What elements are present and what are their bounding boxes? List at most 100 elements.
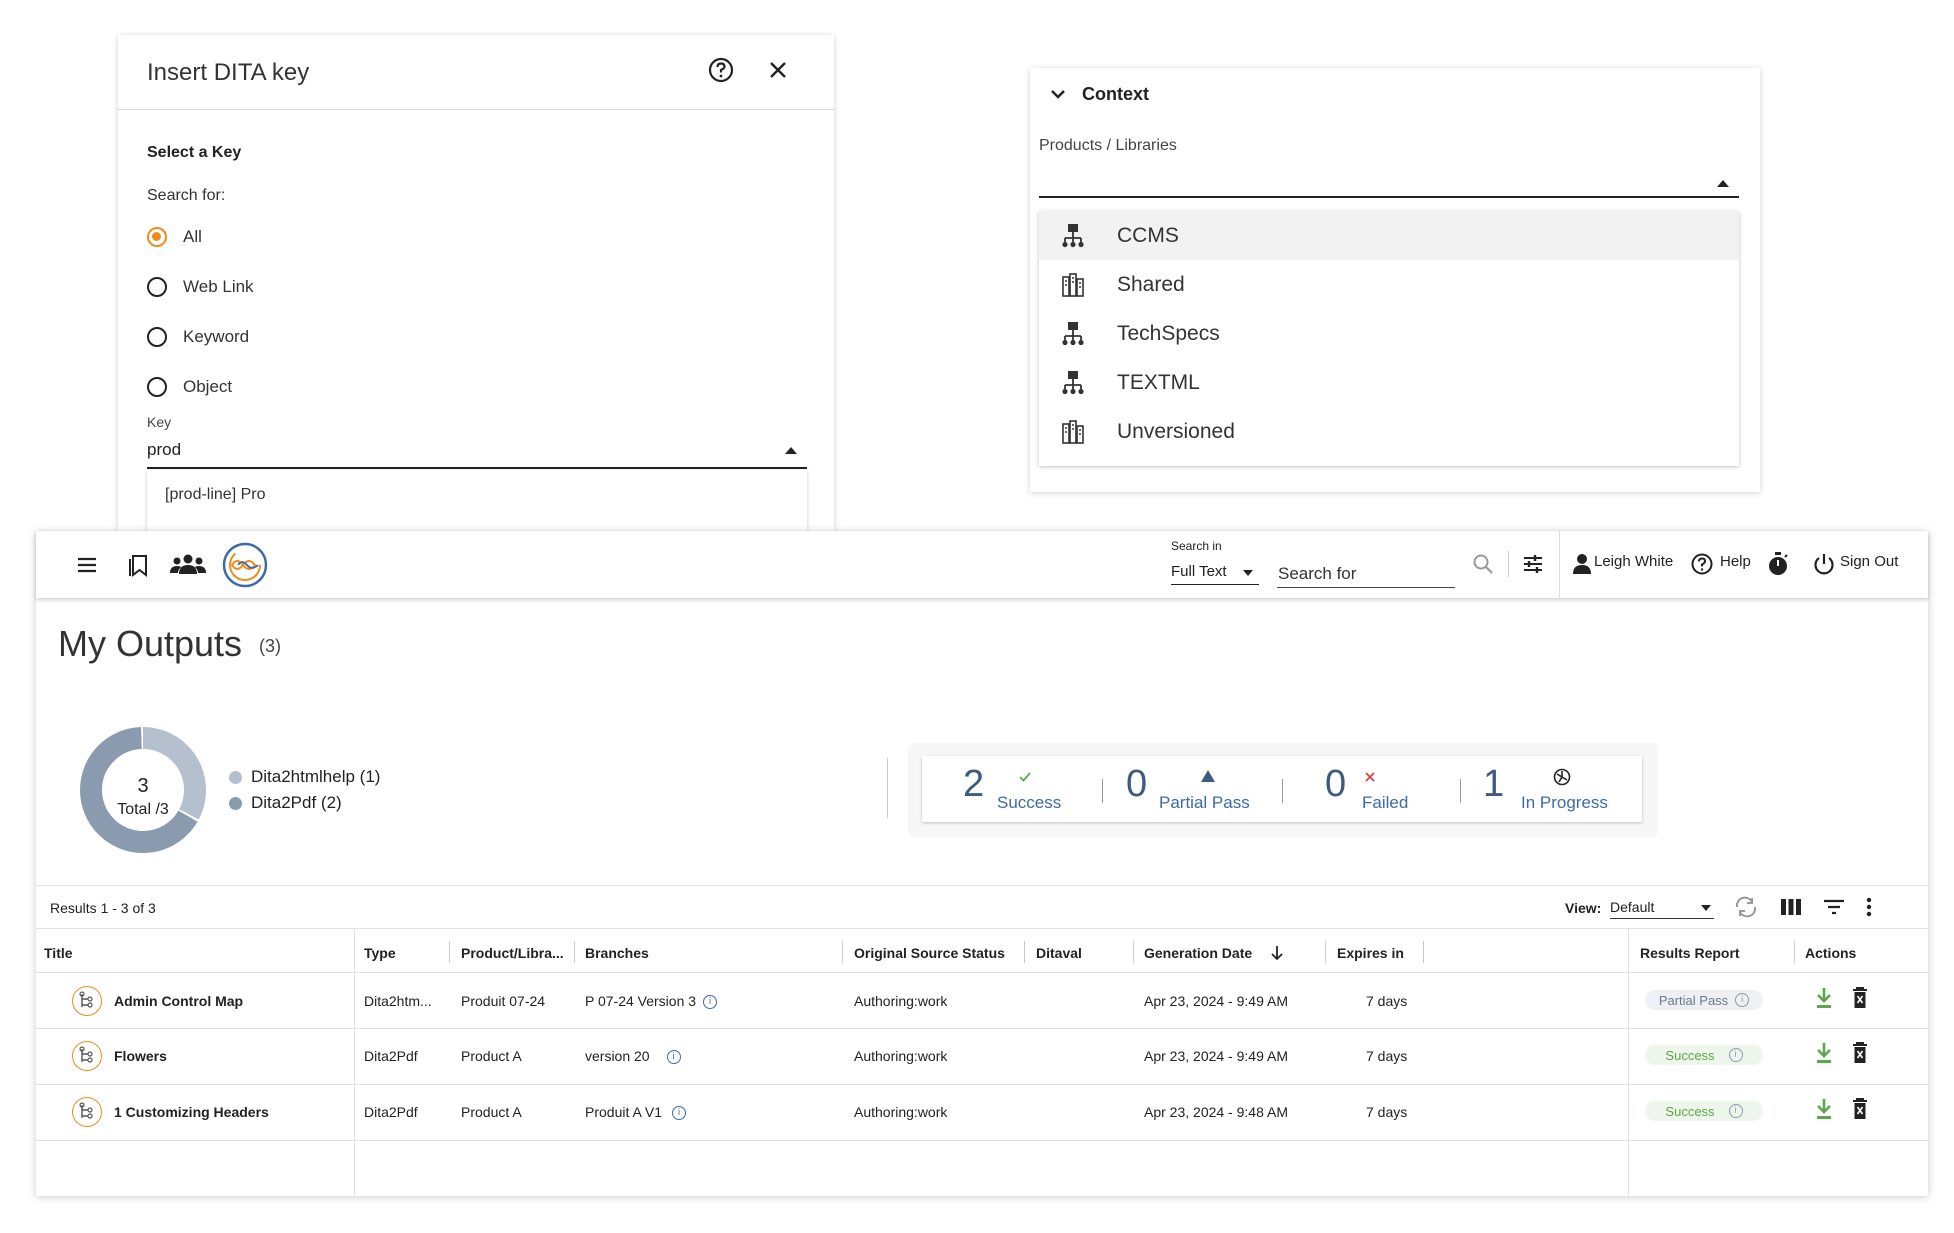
row-product: Produit 07-24 — [461, 993, 546, 1009]
search-input[interactable]: Search for — [1277, 559, 1455, 588]
info-icon[interactable]: i — [1728, 1104, 1743, 1118]
delete-icon[interactable] — [1852, 1098, 1868, 1120]
radio-object[interactable]: Object — [147, 373, 232, 401]
column-divider — [1628, 928, 1629, 1196]
dialog-title-bar: Insert DITA key — [118, 35, 834, 110]
more-options-icon[interactable] — [1864, 896, 1874, 918]
dropdown-up-icon[interactable] — [785, 447, 797, 454]
delete-icon[interactable] — [1852, 987, 1868, 1009]
column-resize-handle[interactable] — [1423, 941, 1424, 963]
advanced-search-filter-icon[interactable] — [1522, 553, 1544, 575]
success-label[interactable]: Success — [997, 793, 1061, 813]
results-report-badge[interactable]: Partial Pass i — [1645, 990, 1763, 1010]
column-header-ditaval[interactable]: Ditaval — [1036, 945, 1082, 961]
download-icon[interactable] — [1816, 1042, 1832, 1064]
column-resize-handle[interactable] — [1794, 941, 1795, 963]
badge-label: Success — [1665, 1103, 1715, 1119]
bookmarks-icon[interactable] — [127, 552, 151, 578]
row-title[interactable]: Flowers — [114, 1048, 167, 1064]
refresh-icon[interactable] — [1733, 896, 1759, 918]
user-name[interactable]: Leigh White — [1594, 553, 1673, 570]
column-resize-handle[interactable] — [449, 941, 450, 963]
view-select[interactable]: Default — [1610, 896, 1714, 919]
radio-web-link[interactable]: Web Link — [147, 273, 254, 301]
column-resize-handle[interactable] — [574, 941, 575, 963]
results-report-badge[interactable]: Success i — [1645, 1045, 1763, 1065]
column-header-results-report[interactable]: Results Report — [1640, 945, 1740, 961]
menu-icon[interactable] — [75, 553, 99, 577]
context-title: Context — [1082, 83, 1149, 104]
dropdown-arrow-icon[interactable] — [1243, 570, 1253, 576]
key-suggestion-item[interactable]: [prod-line] Pro — [165, 486, 266, 504]
info-icon[interactable]: i — [666, 1050, 681, 1065]
filter-icon[interactable] — [1823, 897, 1845, 917]
info-icon[interactable]: i — [1728, 1048, 1743, 1062]
library-item-shared[interactable]: Shared — [1039, 260, 1739, 309]
download-icon[interactable] — [1816, 1098, 1832, 1120]
results-report-badge[interactable]: Success i — [1645, 1101, 1763, 1121]
column-resize-handle[interactable] — [1024, 941, 1025, 963]
column-header-product[interactable]: Product/Libra... — [461, 945, 564, 961]
column-header-type[interactable]: Type — [364, 945, 396, 961]
radio-label: Keyword — [183, 327, 250, 346]
radio-button[interactable] — [147, 377, 167, 397]
badge-label: Success — [1665, 1047, 1715, 1063]
partial-pass-label[interactable]: Partial Pass — [1159, 793, 1250, 813]
sign-out-label[interactable]: Sign Out — [1840, 553, 1898, 570]
library-item-textml[interactable]: TEXTML — [1039, 358, 1739, 407]
row-branch: P 07-24 Version 3 i — [585, 993, 718, 1010]
column-header-generation-date[interactable]: Generation Date — [1144, 945, 1252, 961]
column-header-source-status[interactable]: Original Source Status — [854, 945, 1005, 961]
help-icon[interactable] — [1690, 552, 1714, 576]
radio-keyword[interactable]: Keyword — [147, 323, 249, 351]
download-icon[interactable] — [1816, 987, 1832, 1009]
context-panel: Context Products / Libraries CCMS Shared — [1030, 68, 1760, 492]
row-title[interactable]: Admin Control Map — [114, 993, 243, 1009]
timer-icon[interactable] — [1766, 551, 1790, 577]
stat-separator — [1460, 779, 1461, 803]
user-icon[interactable] — [1572, 553, 1592, 575]
dropdown-up-icon[interactable] — [1717, 180, 1729, 187]
info-icon[interactable]: i — [1735, 993, 1750, 1007]
key-input[interactable]: prod — [147, 435, 807, 469]
legend-item: Dita2Pdf (2) — [229, 793, 342, 813]
help-label[interactable]: Help — [1720, 553, 1751, 570]
context-header[interactable]: Context — [1048, 76, 1149, 112]
ditamap-icon — [72, 1097, 102, 1127]
radio-all[interactable]: All — [147, 223, 202, 251]
search-in-select[interactable]: Full Text — [1171, 560, 1259, 585]
row-generation-date: Apr 23, 2024 - 9:49 AM — [1144, 993, 1288, 1009]
products-libraries-select[interactable] — [1039, 164, 1739, 198]
close-icon[interactable] — [763, 55, 793, 85]
app-logo-icon[interactable] — [222, 542, 268, 588]
row-branch: Produit A V1 i — [585, 1104, 687, 1121]
column-header-title[interactable]: Title — [44, 945, 73, 961]
failed-label[interactable]: Failed — [1362, 793, 1408, 813]
library-label: Shared — [1117, 272, 1185, 296]
radio-label: Web Link — [183, 277, 254, 296]
radio-button-selected[interactable] — [147, 227, 167, 247]
in-progress-label[interactable]: In Progress — [1521, 793, 1608, 813]
radio-button[interactable] — [147, 277, 167, 297]
dropdown-arrow-icon[interactable] — [1701, 905, 1711, 911]
column-header-branches[interactable]: Branches — [585, 945, 649, 961]
library-item-unversioned[interactable]: Unversioned — [1039, 407, 1739, 456]
columns-icon[interactable] — [1780, 897, 1802, 917]
radio-button[interactable] — [147, 327, 167, 347]
power-icon[interactable] — [1812, 552, 1836, 576]
row-title[interactable]: 1 Customizing Headers — [114, 1104, 269, 1120]
info-icon[interactable]: i — [703, 995, 718, 1010]
library-item-ccms[interactable]: CCMS — [1039, 211, 1739, 260]
column-resize-handle[interactable] — [842, 941, 843, 963]
column-header-expires[interactable]: Expires in — [1337, 945, 1404, 961]
column-resize-handle[interactable] — [1325, 941, 1326, 963]
help-icon[interactable] — [706, 55, 736, 85]
sort-descending-icon[interactable] — [1270, 944, 1284, 962]
search-icon[interactable] — [1472, 553, 1494, 575]
team-icon[interactable] — [170, 552, 206, 576]
info-icon[interactable]: i — [672, 1106, 687, 1121]
column-resize-handle[interactable] — [1133, 941, 1134, 963]
delete-icon[interactable] — [1852, 1042, 1868, 1064]
chevron-down-icon[interactable] — [1048, 84, 1068, 104]
library-item-techspecs[interactable]: TechSpecs — [1039, 309, 1739, 358]
